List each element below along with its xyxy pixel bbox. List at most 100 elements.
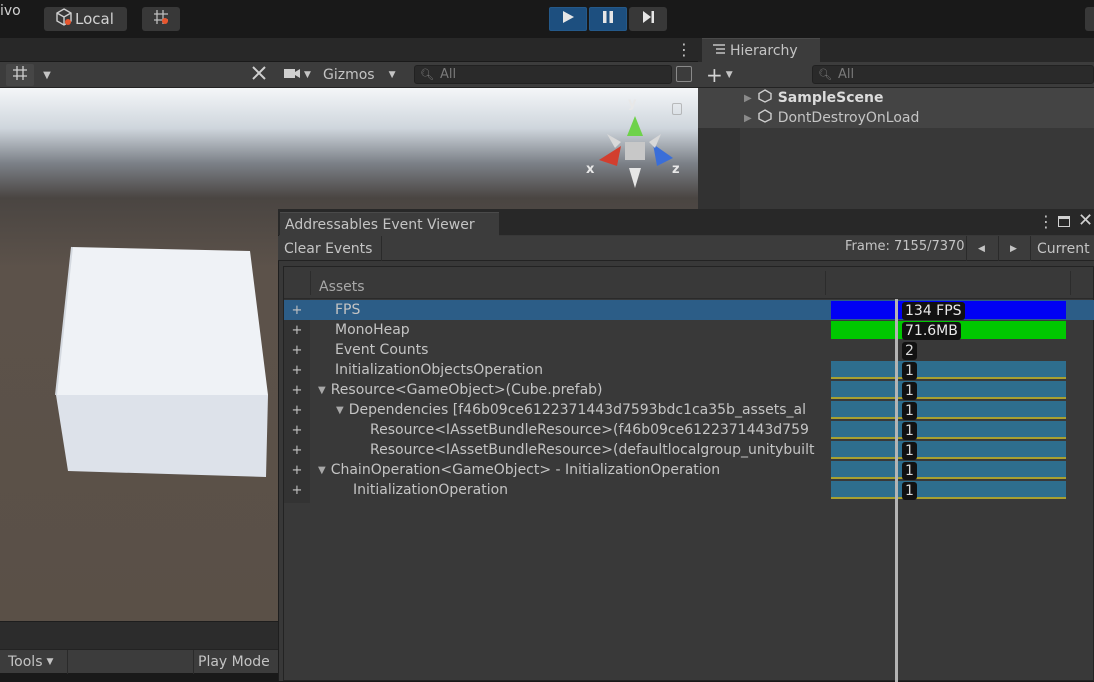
expand-arrow-icon[interactable]: ▼ (318, 465, 326, 476)
event-graph-bar (831, 401, 1066, 419)
column-header-row: Assets (284, 267, 1093, 299)
event-graph-bar (831, 361, 1066, 379)
expand-arrow-icon[interactable]: ▼ (318, 385, 326, 396)
search-icon: 🔍︎ (420, 68, 434, 81)
grid-snap-button[interactable] (142, 7, 180, 31)
column-assets-header[interactable]: Assets (319, 279, 365, 295)
search-icon: 🔍︎ (818, 68, 832, 81)
current-frame-button[interactable]: Current (1030, 236, 1094, 261)
expand-arrow-icon[interactable]: ▶ (744, 93, 752, 104)
pause-icon (601, 10, 615, 28)
add-icon[interactable]: + (284, 323, 310, 338)
hierarchy-item-label: SampleScene (777, 90, 884, 106)
more-options-icon[interactable]: ⋮ (676, 40, 692, 59)
expand-arrow-icon[interactable]: ▶ (744, 113, 752, 124)
cube-object[interactable] (50, 243, 270, 479)
event-row-event-counts[interactable]: + Event Counts (284, 340, 1094, 360)
event-row-label: Dependencies [f46b09ce6122371443d7593bdc… (348, 402, 806, 418)
event-viewer-toolbar: Clear Events Frame: 7155/7370 ◀ ▶ Curren… (278, 236, 1094, 261)
add-icon[interactable]: + (284, 463, 310, 478)
scene-tab-bar: ⋮ (0, 38, 698, 62)
add-icon[interactable]: + (284, 483, 310, 498)
add-icon[interactable]: + (284, 363, 310, 378)
event-graph-bar (831, 421, 1066, 439)
local-label: Local (75, 10, 114, 28)
event-value: 134 FPS (902, 302, 965, 320)
add-icon[interactable]: + (284, 443, 310, 458)
search-options-icon[interactable] (676, 66, 692, 82)
tools-dropdown[interactable]: Tools ▼ (0, 650, 68, 674)
event-value: 1 (902, 382, 917, 400)
clear-events-button[interactable]: Clear Events (278, 236, 382, 261)
chevron-down-icon: ▼ (388, 70, 396, 80)
frame-counter: Frame: 7155/7370 (845, 239, 965, 254)
camera-button[interactable]: ▼ (278, 64, 316, 86)
add-icon[interactable]: + (284, 343, 310, 358)
play-mode-button[interactable]: Play Mode (193, 650, 278, 674)
current-label: Current (1037, 240, 1090, 257)
list-icon (712, 43, 726, 59)
event-row-label: Resource<IAssetBundleResource>(f46b09ce6… (370, 422, 809, 438)
event-graph-bar (831, 461, 1066, 479)
previous-frame-button[interactable]: ◀ (966, 236, 996, 261)
event-viewer-content: Assets + FPS + MonoHeap + Event Counts +… (283, 266, 1094, 682)
expand-arrow-icon[interactable]: ▼ (336, 405, 344, 416)
clear-events-label: Clear Events (284, 240, 373, 257)
tools-toggle-button[interactable] (244, 64, 274, 86)
maximize-icon[interactable] (1058, 216, 1070, 227)
account-label[interactable]: ivo (0, 4, 40, 28)
hierarchy-search-placeholder: All (837, 67, 855, 82)
bottom-toolbar: Tools ▼ Play Mode (0, 649, 278, 674)
tab-hierarchy[interactable]: Hierarchy (702, 38, 820, 62)
gizmos-button[interactable]: Gizmos ▼ (319, 64, 405, 86)
frame-cursor[interactable] (895, 299, 898, 682)
tools-label: Tools (8, 654, 43, 670)
add-icon[interactable]: + (284, 383, 310, 398)
add-icon[interactable]: + (284, 403, 310, 418)
event-value: 1 (902, 442, 917, 460)
hierarchy-list: ▶ SampleScene ▶ DontDestroyOnLoad (698, 88, 1094, 210)
gizmos-label: Gizmos (323, 67, 375, 83)
create-button[interactable]: + ▼ (706, 63, 740, 87)
bottom-panel-tabbar (0, 621, 278, 649)
hierarchy-item-dontdestroyonload[interactable]: ▶ DontDestroyOnLoad (698, 108, 1094, 128)
camera-icon (283, 66, 301, 84)
snap-increment-button[interactable] (6, 64, 34, 86)
event-row-label: InitializationOperation (353, 482, 509, 498)
scene-toolbar: ▼ ▼ Gizmos ▼ 🔍︎ All (0, 62, 698, 88)
hierarchy-item-samplescene[interactable]: ▶ SampleScene (698, 88, 1094, 108)
hierarchy-tab-label: Hierarchy (730, 42, 798, 59)
event-row-label: MonoHeap (335, 322, 410, 338)
hierarchy-item-label: DontDestroyOnLoad (777, 110, 920, 126)
cube-icon (55, 8, 73, 30)
lock-icon[interactable] (672, 103, 682, 115)
event-row-label: Event Counts (335, 342, 429, 358)
step-icon (641, 10, 655, 28)
add-icon[interactable]: + (284, 303, 310, 318)
local-button[interactable]: Local (44, 7, 127, 31)
collab-button[interactable] (1085, 7, 1094, 31)
more-options-icon[interactable]: ⋮ (1038, 212, 1054, 231)
event-row-label: Resource<GameObject>(Cube.prefab) (330, 382, 603, 398)
hierarchy-search-input[interactable]: 🔍︎ All (812, 65, 1094, 84)
chevron-down-icon: ▼ (725, 70, 733, 80)
chevron-right-icon: ▶ (1010, 243, 1017, 254)
tab-addressables-event-viewer[interactable]: Addressables Event Viewer (280, 212, 499, 236)
next-frame-button[interactable]: ▶ (998, 236, 1028, 261)
add-icon[interactable]: + (284, 423, 310, 438)
scene-search-input[interactable]: 🔍︎ All (414, 65, 672, 84)
play-button[interactable] (549, 7, 587, 31)
event-value: 1 (902, 462, 917, 480)
step-button[interactable] (629, 7, 667, 31)
event-row-label: InitializationObjectsOperation (335, 362, 543, 378)
close-icon[interactable]: ✕ (1078, 210, 1093, 231)
unity-scene-icon (758, 89, 772, 107)
event-row-label: ChainOperation<GameObject> - Initializat… (330, 462, 721, 478)
event-value: 1 (902, 402, 917, 420)
pause-button[interactable] (589, 7, 627, 31)
chevron-down-icon: ▼ (46, 657, 54, 667)
event-value: 2 (902, 342, 917, 360)
snap-dropdown[interactable]: ▼ (36, 64, 58, 86)
event-graph-bar (831, 481, 1066, 499)
hierarchy-toolbar: + ▼ 🔍︎ All (698, 62, 1094, 88)
